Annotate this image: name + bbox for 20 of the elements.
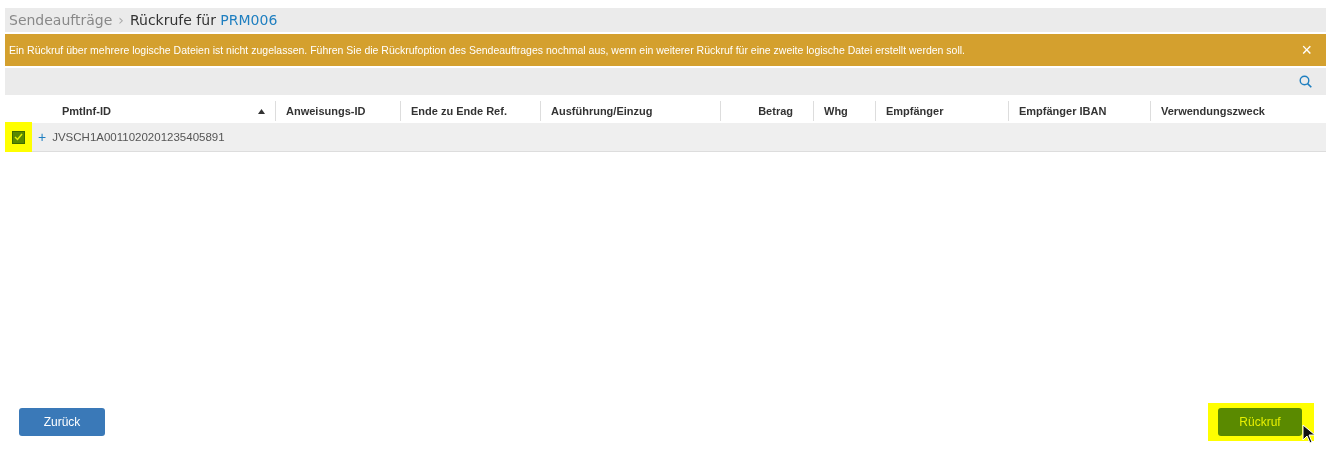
column-header[interactable]: Empfänger IBAN: [1019, 105, 1107, 117]
page-title: Rückrufe für PRM006: [129, 12, 278, 28]
cursor-icon: [1302, 424, 1316, 444]
breadcrumb-separator: ›: [118, 12, 124, 28]
back-button[interactable]: Zurück: [19, 408, 105, 436]
column-header[interactable]: Ausführung/Einzug: [551, 105, 653, 117]
warning-message: Ein Rückruf über mehrere logische Dateien ist nicht zugelassen. Führen Sie die Rückrufoption des Sendeauftrages nochmal aus, wenn ein weiterer Rückruf für eine zweite logische Datei erstellt werden soll.: [9, 44, 965, 56]
column-header[interactable]: Anweisungs-ID: [286, 105, 366, 117]
column-header[interactable]: Betrag: [758, 105, 793, 117]
checkbox[interactable]: [12, 130, 25, 144]
expand-icon[interactable]: +: [38, 130, 47, 144]
column-header[interactable]: PmtInf-ID: [62, 105, 111, 117]
column-header[interactable]: Verwendungszweck: [1161, 105, 1265, 117]
table-cell: JVSCH1A0011020201235405891: [52, 131, 225, 143]
column-header[interactable]: Whg: [824, 105, 848, 117]
column-header[interactable]: Empfänger: [886, 105, 944, 117]
search-icon[interactable]: [1299, 75, 1312, 88]
sort-ascending-icon[interactable]: [258, 108, 265, 114]
column-header[interactable]: Ende zu Ende Ref.: [411, 105, 507, 117]
table-row[interactable]: + JVSCH1A0011020201235405891: [5, 123, 1326, 152]
